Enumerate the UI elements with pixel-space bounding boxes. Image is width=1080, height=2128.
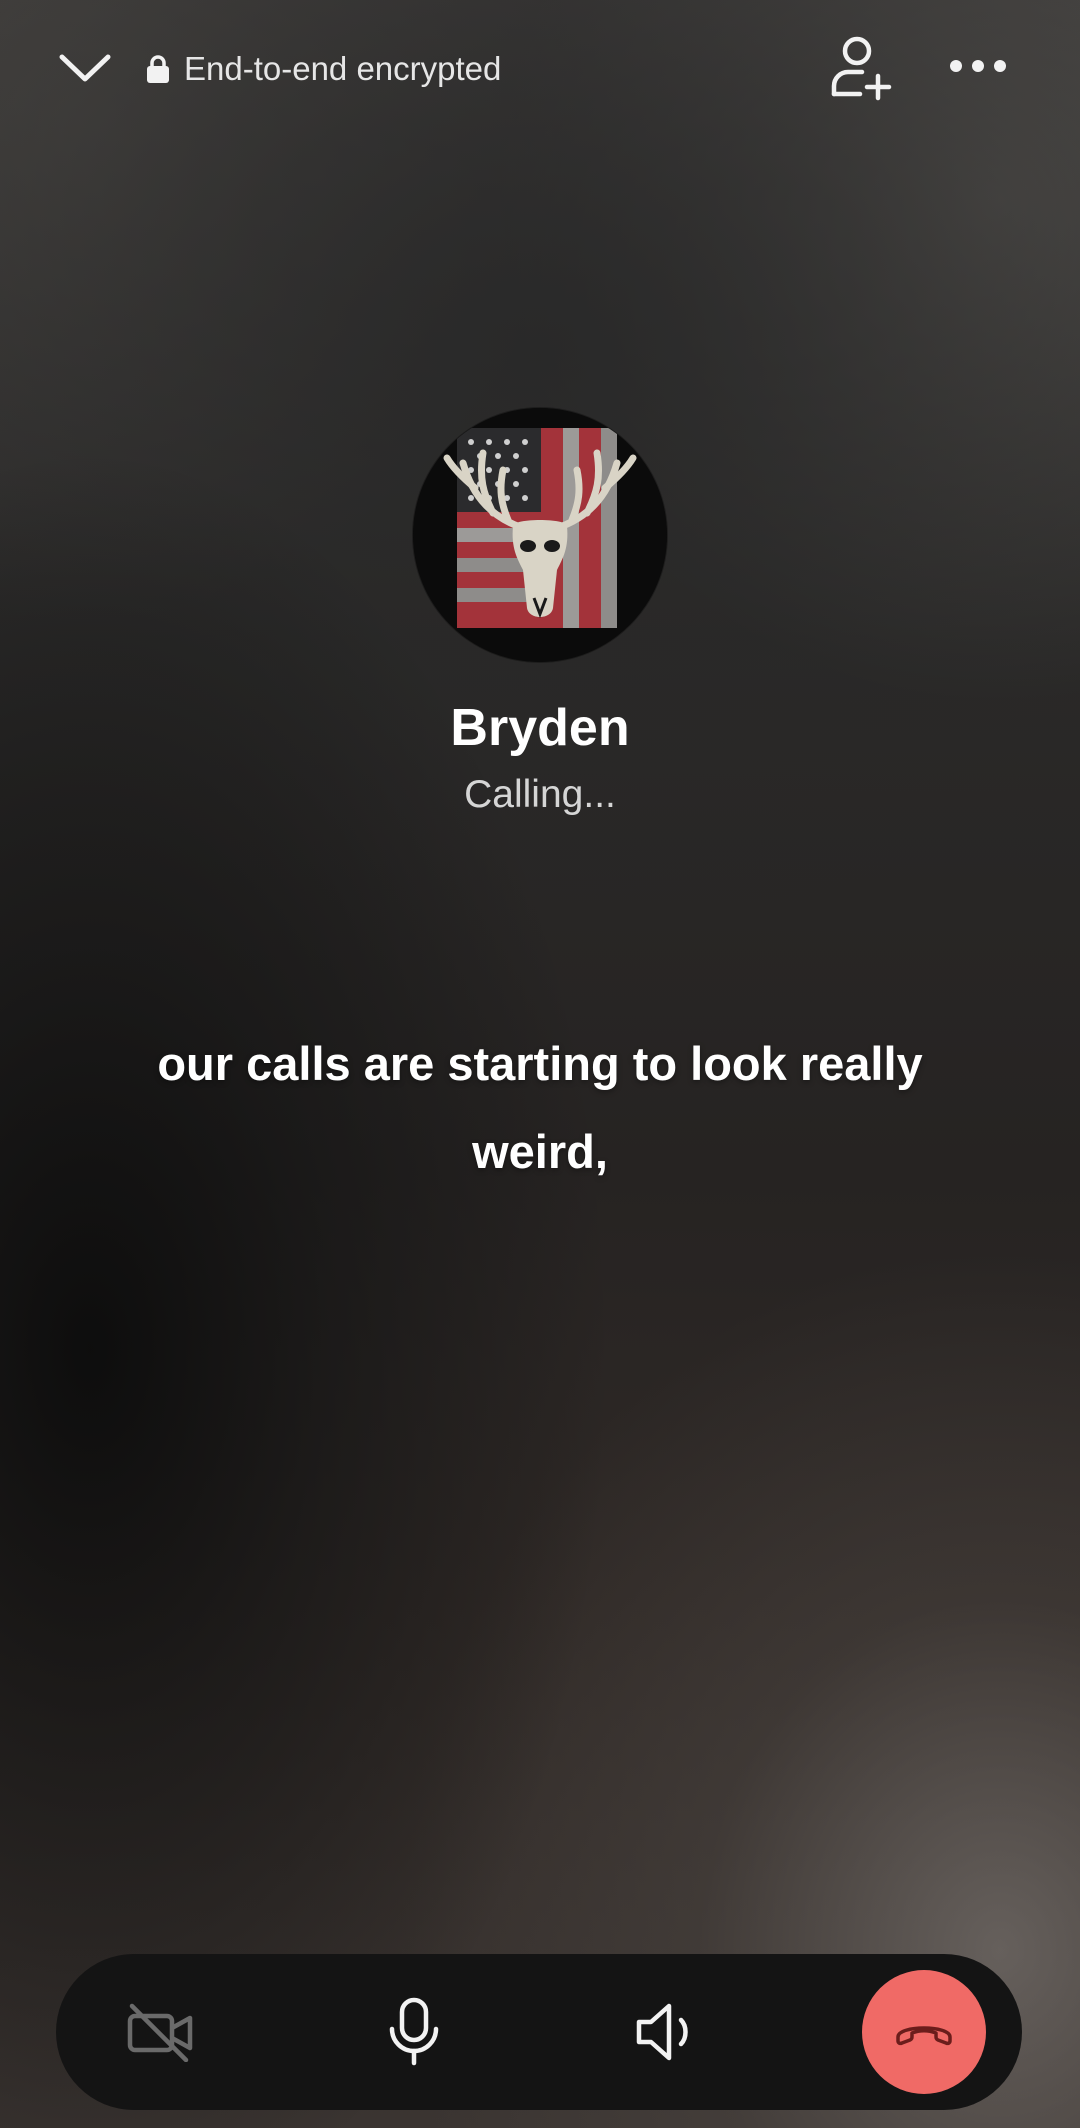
call-screen: End-to-end encrypted Bryden Calling... o… — [0, 0, 1080, 2128]
encryption-label: End-to-end encrypted — [184, 50, 502, 87]
encryption-indicator: End-to-end encrypted — [146, 46, 501, 92]
microphone-icon — [389, 1997, 439, 2066]
speaker-button[interactable] — [596, 1954, 736, 2110]
call-status: Calling... — [464, 773, 616, 816]
top-bar: End-to-end encrypted — [0, 0, 1080, 140]
lock-icon — [147, 55, 169, 83]
chevron-down-icon — [59, 54, 111, 82]
call-controls-bar — [56, 1954, 1022, 2110]
more-dot — [972, 60, 984, 72]
phone-hangup-icon — [896, 2026, 952, 2046]
speaker-icon — [636, 2003, 688, 2061]
video-toggle-button[interactable] — [90, 1954, 230, 2110]
end-call-button[interactable] — [862, 1970, 986, 2094]
caption-text: our calls are starting to look really we… — [157, 1037, 923, 1178]
microphone-button[interactable] — [344, 1954, 484, 2110]
caller-avatar — [413, 408, 667, 662]
caller-name: Bryden — [450, 699, 630, 757]
more-horizontal-icon — [950, 60, 962, 72]
video-off-icon — [127, 2003, 193, 2062]
more-dot — [994, 60, 1006, 72]
avatar-image — [413, 408, 667, 662]
add-person-icon — [831, 36, 892, 101]
collapse-button[interactable] — [50, 40, 120, 96]
add-participant-button[interactable] — [822, 28, 902, 108]
more-options-button[interactable] — [938, 38, 1018, 94]
